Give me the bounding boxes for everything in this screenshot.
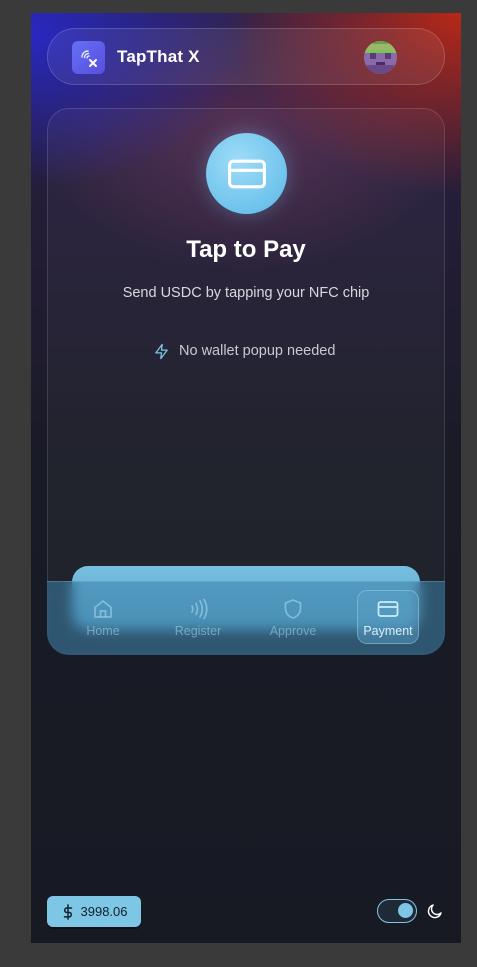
toggle-knob: [398, 903, 413, 918]
pixel-avatar-icon: [364, 41, 397, 74]
moon-icon[interactable]: [426, 902, 444, 920]
lightning-icon: [155, 343, 168, 359]
tab-label: Home: [86, 623, 120, 638]
theme-toggle[interactable]: [377, 899, 417, 923]
home-icon: [94, 599, 112, 618]
tab-register[interactable]: Register: [167, 590, 229, 644]
bottom-tab-bar: Home Register Approve Payment: [47, 581, 445, 655]
tab-label: Payment: [363, 623, 413, 638]
avatar[interactable]: [364, 41, 397, 74]
shield-icon: [284, 598, 302, 619]
nfc-waves-icon: [191, 598, 208, 619]
tab-label: Approve: [269, 623, 317, 638]
app-header: TapThat X: [47, 28, 445, 85]
tab-label: Register: [174, 623, 222, 638]
tab-approve[interactable]: Approve: [262, 590, 324, 644]
credit-card-icon: [377, 600, 399, 617]
feature-note: No wallet popup needed: [153, 342, 335, 360]
app-title: TapThat X: [117, 47, 200, 66]
nfc-tap-icon: [80, 49, 97, 67]
tab-home[interactable]: Home: [72, 590, 134, 644]
page-title: Tap to Pay: [186, 236, 306, 263]
feature-text: No wallet popup needed: [179, 343, 336, 359]
dollar-icon: [63, 903, 72, 920]
payment-icon-badge: [206, 133, 287, 214]
page-subtitle: Send USDC by tapping your NFC chip: [122, 285, 370, 301]
app-window: TapThat X Tap to Pay Send USDC by tappin…: [31, 13, 461, 943]
balance-value: 3998.06: [80, 904, 128, 919]
balance-badge[interactable]: 3998.06: [47, 896, 141, 927]
app-logo[interactable]: [72, 41, 105, 74]
credit-card-icon: [227, 159, 266, 188]
tab-payment[interactable]: Payment: [357, 590, 419, 644]
payment-card: Tap to Pay Send USDC by tapping your NFC…: [47, 108, 445, 654]
